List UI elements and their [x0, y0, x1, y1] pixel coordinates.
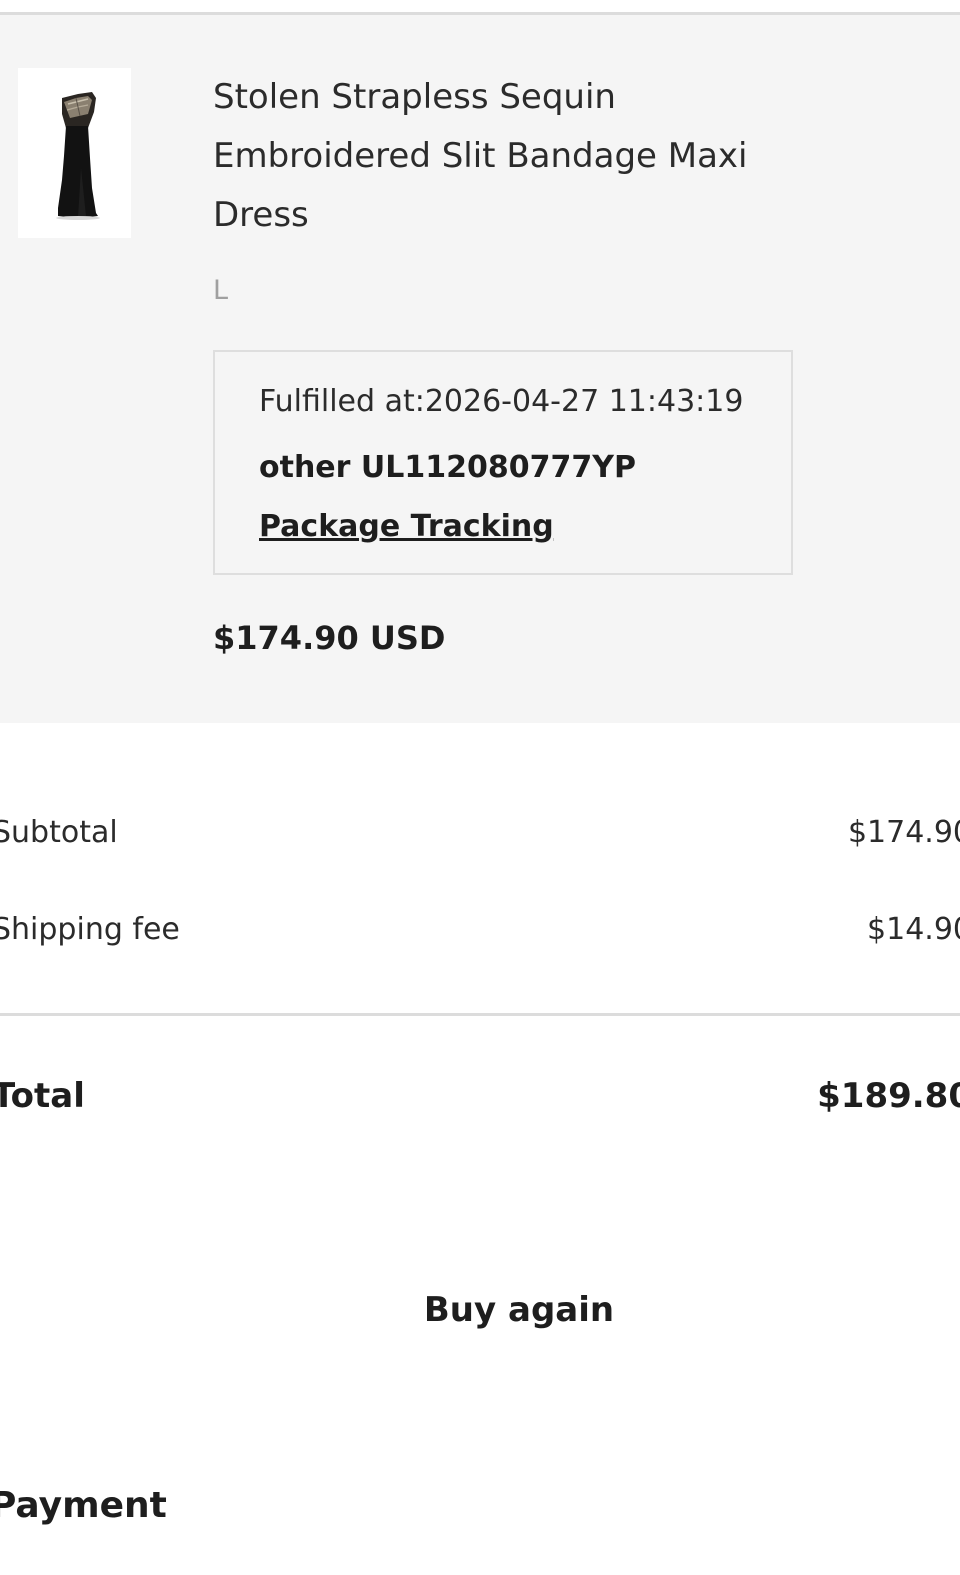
shipping-fee-value: $14.90 — [867, 912, 960, 947]
total-label: Total — [0, 1076, 85, 1116]
fulfilled-timestamp: Fulfilled at:2026-04-27 11:43:19 — [259, 384, 744, 419]
payment-heading: Payment — [0, 1485, 167, 1526]
package-tracking-link[interactable]: Package Tracking — [259, 507, 554, 547]
product-variant-size: L — [213, 275, 229, 306]
buy-again-button[interactable]: Buy again — [380, 1284, 658, 1336]
shipping-fee-row: Shipping fee $14.90 — [0, 908, 960, 952]
total-value: $189.80 — [817, 1076, 960, 1116]
tracking-number: other UL112080777YP — [259, 450, 636, 485]
dress-thumbnail-icon — [18, 68, 131, 238]
subtotal-label: Subtotal — [0, 815, 118, 850]
product-price: $174.90 USD — [213, 619, 446, 657]
subtotal-value: $174.90 — [847, 815, 960, 850]
subtotal-row: Subtotal $174.90 — [0, 811, 960, 855]
total-row: Total $189.80 — [0, 1074, 960, 1122]
product-image[interactable] — [18, 68, 131, 238]
shipping-fee-label: Shipping fee — [0, 912, 180, 947]
summary-divider — [0, 1013, 960, 1016]
fulfillment-info-box: Fulfilled at:2026-04-27 11:43:19 other U… — [213, 350, 793, 575]
product-title[interactable]: Stolen Strapless Sequin Embroidered Slit… — [213, 68, 813, 245]
